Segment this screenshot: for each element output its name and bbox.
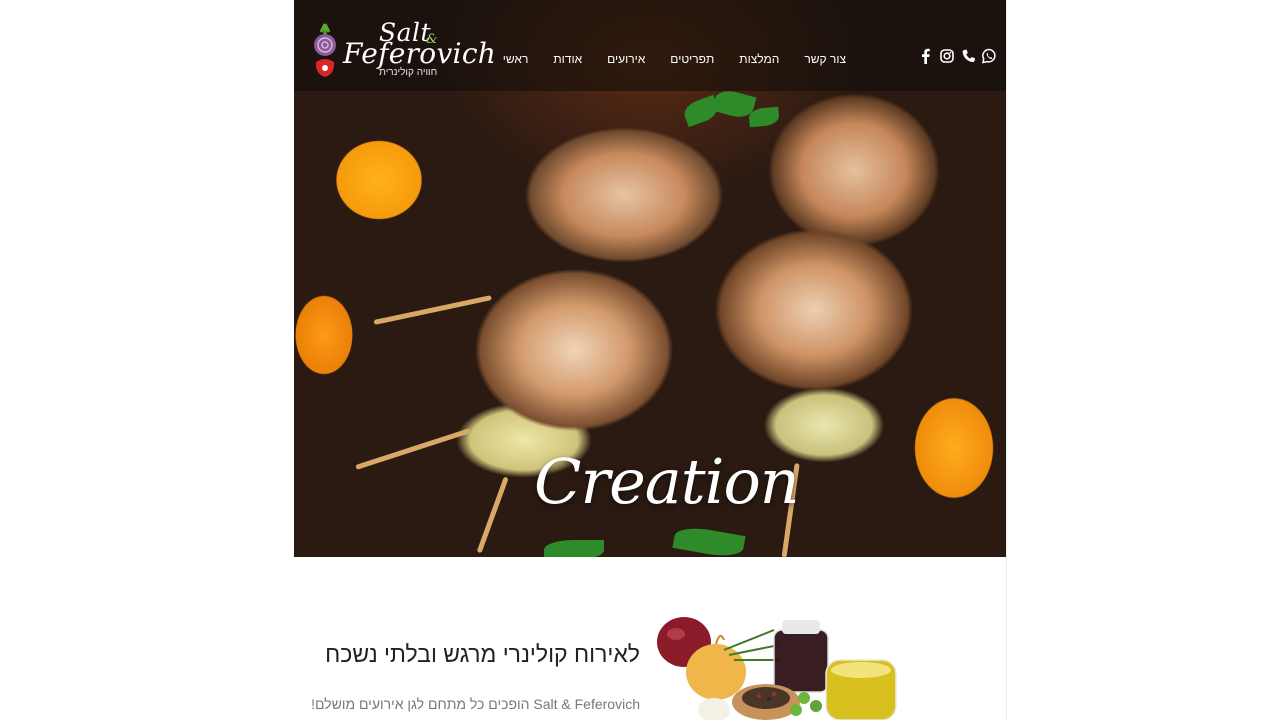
site-header: Salt & Feferovich חוויה קולינרית ראשי או…	[294, 0, 1006, 91]
nav-item-menus[interactable]: תפריטים	[670, 52, 714, 66]
main-nav: ראשי אודות אירועים תפריטים המלצות צור קש…	[503, 52, 846, 66]
site-logo[interactable]: Salt & Feferovich חוויה קולינרית	[309, 12, 496, 82]
skewer-stick	[373, 295, 492, 325]
hero-overlay-text: Creation	[534, 445, 800, 518]
nav-item-home[interactable]: ראשי	[503, 52, 529, 66]
nav-item-recommendations[interactable]: המלצות	[739, 52, 779, 66]
intro-headline: לאירוח קולינרי מרגש ובלתי נשכח	[325, 641, 640, 667]
nav-item-about[interactable]: אודות	[553, 52, 582, 66]
parsley-leaf	[544, 540, 604, 557]
instagram-icon[interactable]	[940, 48, 954, 64]
logo-feferovich-text: Feferovich	[343, 37, 497, 70]
whatsapp-icon[interactable]	[982, 48, 996, 64]
ingredients-image	[657, 617, 897, 720]
skewer-stick	[355, 428, 471, 470]
skewer-stick	[476, 476, 509, 554]
facebook-icon[interactable]	[919, 48, 933, 64]
intro-tagline: Salt & Feferovich הופכים כל מתחם לגן איר…	[311, 696, 640, 712]
beet-logo-icon	[314, 23, 336, 77]
page-container: Salt & Feferovich חוויה קולינרית ראשי או…	[294, 0, 1007, 720]
parsley-leaf	[672, 524, 746, 557]
nav-item-contact[interactable]: צור קשר	[804, 52, 846, 66]
nav-item-events[interactable]: אירועים	[607, 52, 645, 66]
phone-icon[interactable]	[961, 48, 975, 64]
logo-subtitle: חוויה קולינרית	[379, 67, 438, 78]
hero-banner: Salt & Feferovich חוויה קולינרית ראשי או…	[294, 0, 1006, 557]
social-links	[919, 48, 996, 64]
